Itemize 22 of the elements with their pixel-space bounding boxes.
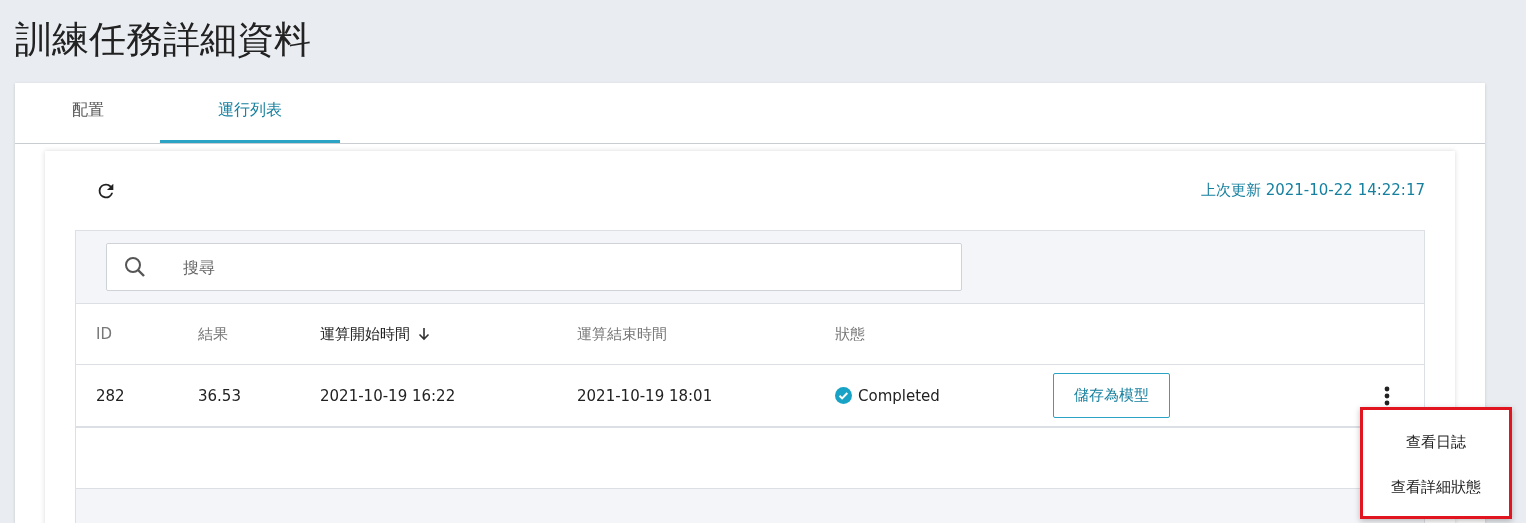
table-cell: 2021-10-19 16:22: [320, 386, 456, 405]
table-cell: 2021-10-19 18:01: [577, 386, 713, 405]
column-header: 狀態: [835, 324, 865, 344]
table-cell: 282: [96, 386, 125, 405]
tab[interactable]: 運行列表: [160, 83, 340, 143]
save-as-model-button[interactable]: 儲存為模型: [1053, 373, 1170, 418]
column-header[interactable]: 運算開始時間: [320, 324, 410, 344]
table-cell: 36.53: [198, 386, 241, 405]
tab[interactable]: 配置: [15, 83, 160, 143]
check-circle-icon: [835, 387, 852, 404]
sort-down-icon: [418, 327, 430, 341]
last-updated: 上次更新 2021-10-22 14:22:17: [1200, 181, 1425, 200]
menu-item[interactable]: 查看詳細狀態: [1363, 465, 1509, 510]
status-label: Completed: [858, 386, 940, 405]
page-title: 訓練任務詳細資料: [15, 17, 312, 63]
more-options-icon[interactable]: [1384, 385, 1390, 406]
menu-item[interactable]: 查看日誌: [1363, 420, 1509, 465]
search-field[interactable]: 搜尋: [106, 243, 962, 291]
search-icon: [124, 256, 146, 278]
column-header: 結果: [198, 324, 228, 344]
column-header: 運算結束時間: [577, 324, 667, 344]
column-header: ID: [96, 325, 112, 343]
